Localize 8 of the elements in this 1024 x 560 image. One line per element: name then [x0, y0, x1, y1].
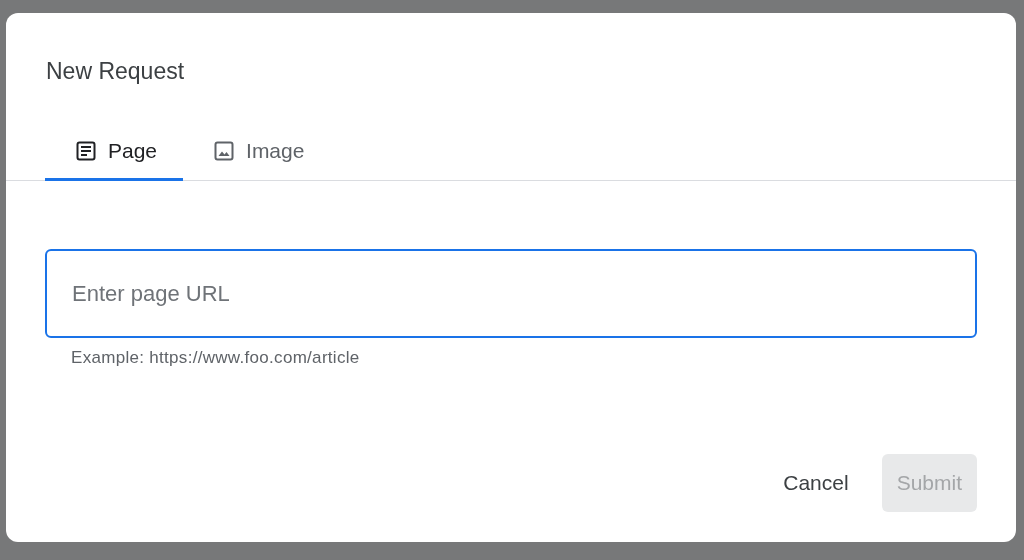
url-input-field[interactable]: Enter page URL	[45, 249, 977, 338]
cancel-button[interactable]: Cancel	[768, 454, 864, 512]
tab[interactable]: Page	[45, 124, 184, 181]
helper-text: Example: https://www.foo.com/article	[71, 348, 360, 368]
tab[interactable]: Image	[183, 124, 331, 181]
image-icon	[212, 139, 237, 163]
dialog-title: New Request	[46, 57, 185, 85]
document-icon	[74, 139, 98, 163]
